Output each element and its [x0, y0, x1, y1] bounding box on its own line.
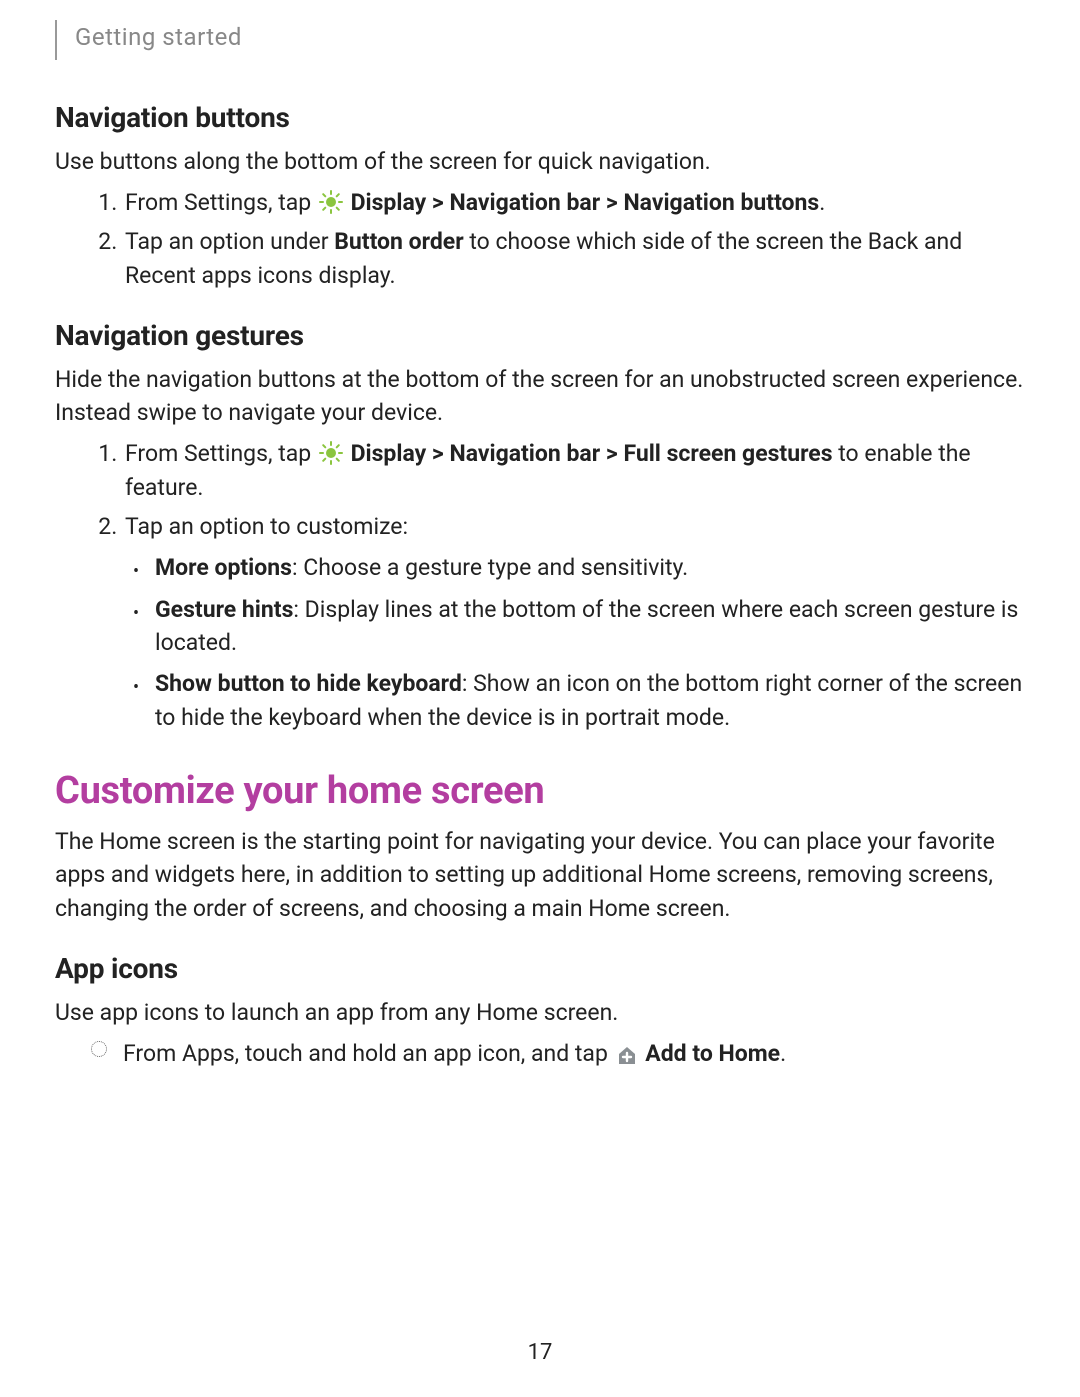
- text: Tap an option to customize:: [125, 513, 408, 540]
- nav-gestures-step-2: Tap an option to customize: More options…: [123, 510, 1025, 734]
- app-icons-intro: Use app icons to launch an app from any …: [55, 996, 1025, 1029]
- page-content: Navigation buttons Use buttons along the…: [55, 98, 1025, 1070]
- section-label: Getting started: [75, 20, 242, 55]
- bold-path: Display > Navigation bar > Full screen g…: [351, 440, 833, 467]
- heading-nav-gestures: Navigation gestures: [55, 316, 1025, 357]
- nav-buttons-steps: From Settings, tap Display > Navigation …: [55, 186, 1025, 292]
- text: : Choose a gesture type and sensitivity.: [292, 554, 688, 581]
- gesture-options-list: More options: Choose a gesture type and …: [125, 551, 1025, 734]
- heading-nav-buttons: Navigation buttons: [55, 98, 1025, 139]
- bold-term: Button order: [334, 228, 463, 255]
- text: Tap an option under: [125, 228, 334, 255]
- text: From Apps, touch and hold an app icon, a…: [123, 1040, 614, 1067]
- heading-app-icons: App icons: [55, 949, 1025, 990]
- bold-term: Add to Home: [645, 1040, 780, 1067]
- heading-customize-home: Customize your home screen: [55, 764, 1025, 819]
- app-icons-list: From Apps, touch and hold an app icon, a…: [55, 1037, 1025, 1070]
- customize-intro: The Home screen is the starting point fo…: [55, 825, 1025, 925]
- list-item: Gesture hints: Display lines at the bott…: [155, 593, 1025, 660]
- list-item: More options: Choose a gesture type and …: [155, 551, 1025, 584]
- header-rule: [55, 20, 57, 60]
- display-settings-icon: [319, 190, 343, 214]
- page-number: 17: [0, 1337, 1080, 1369]
- nav-gestures-intro: Hide the navigation buttons at the botto…: [55, 363, 1025, 430]
- bold-term: Show button to hide keyboard: [155, 670, 462, 697]
- display-settings-icon: [319, 441, 343, 465]
- add-to-home-icon: [616, 1042, 638, 1064]
- bold-path: Display > Navigation bar > Navigation bu…: [351, 189, 820, 216]
- text: .: [780, 1040, 786, 1067]
- text: From Settings, tap: [125, 440, 317, 467]
- nav-buttons-intro: Use buttons along the bottom of the scre…: [55, 145, 1025, 178]
- nav-buttons-step-2: Tap an option under Button order to choo…: [123, 225, 1025, 292]
- ring-bullet-icon: [91, 1041, 107, 1057]
- list-item: Show button to hide keyboard: Show an ic…: [155, 667, 1025, 734]
- list-item: From Apps, touch and hold an app icon, a…: [123, 1037, 1025, 1070]
- nav-gestures-step-1: From Settings, tap Display > Navigation …: [123, 437, 1025, 504]
- text: From Settings, tap: [125, 189, 317, 216]
- bold-term: Gesture hints: [155, 596, 293, 623]
- text: .: [819, 189, 825, 216]
- nav-buttons-step-1: From Settings, tap Display > Navigation …: [123, 186, 1025, 219]
- bold-term: More options: [155, 554, 292, 581]
- nav-gestures-steps: From Settings, tap Display > Navigation …: [55, 437, 1025, 734]
